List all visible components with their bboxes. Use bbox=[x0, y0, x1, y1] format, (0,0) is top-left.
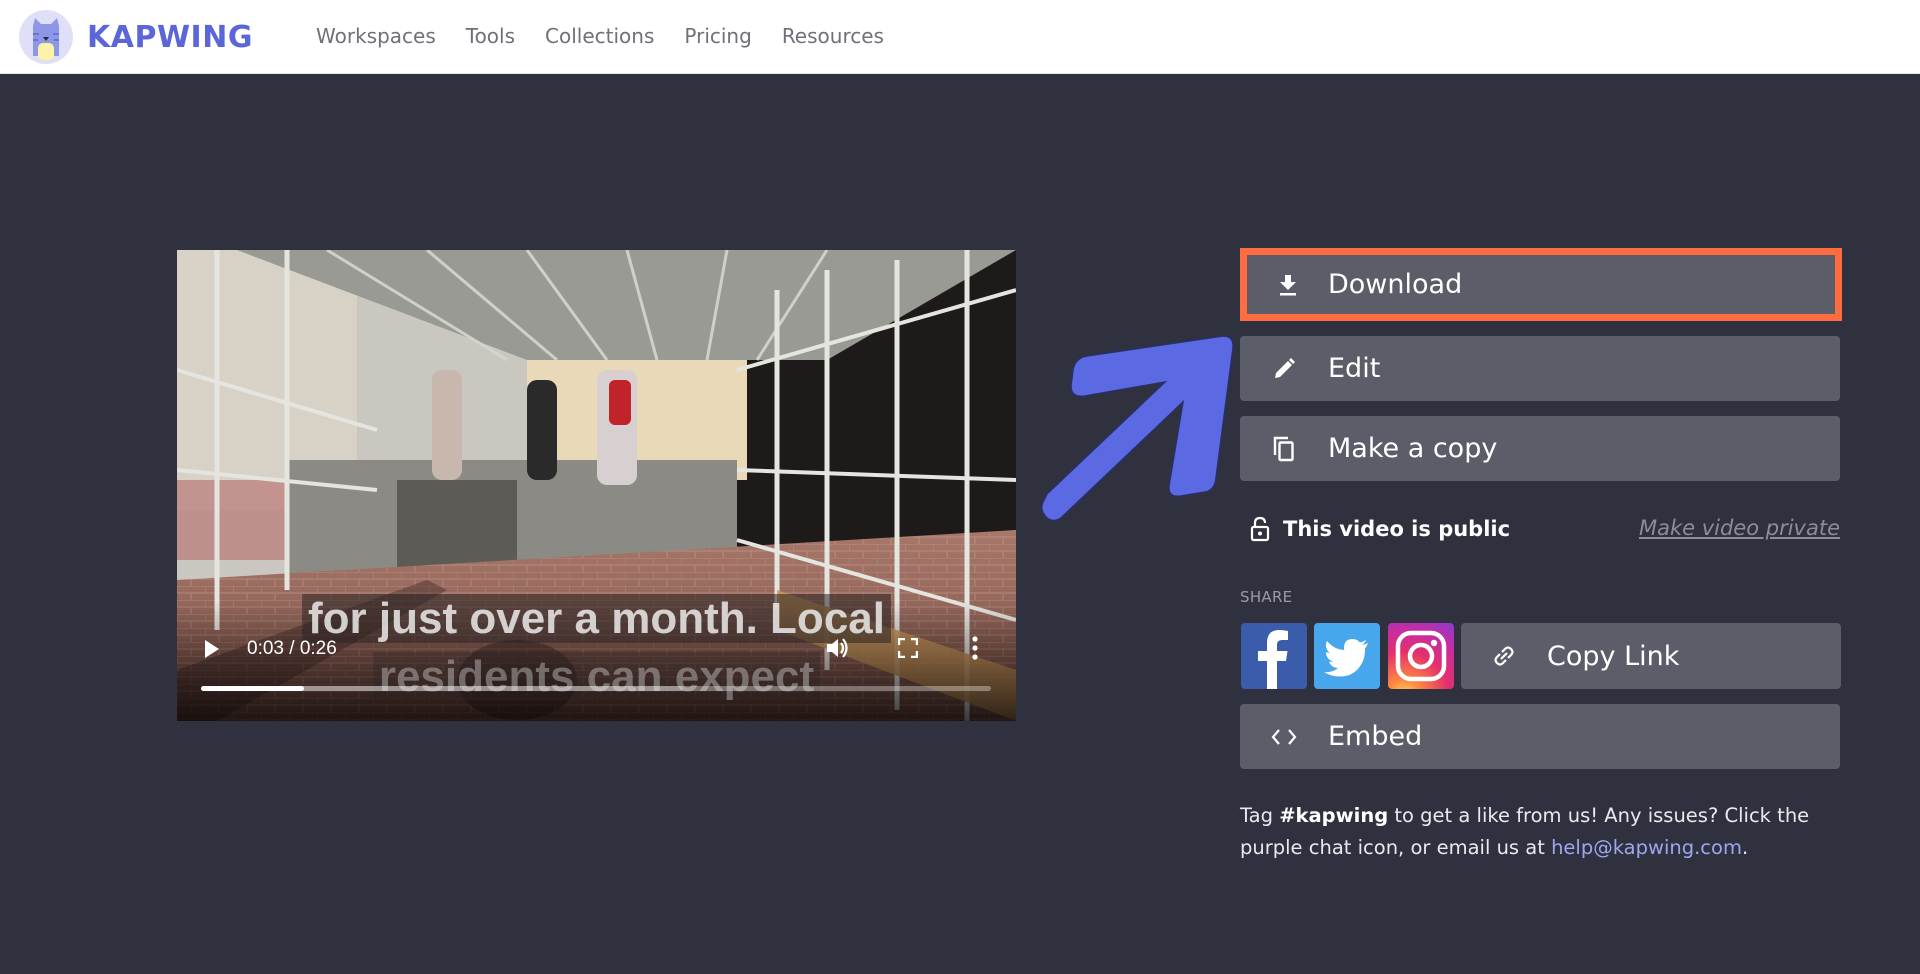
facebook-share-button[interactable] bbox=[1241, 623, 1307, 689]
nav-tools[interactable]: Tools bbox=[466, 24, 515, 48]
annotation-arrow-icon bbox=[1040, 335, 1234, 522]
share-heading: SHARE bbox=[1240, 588, 1293, 606]
more-vertical-icon[interactable] bbox=[971, 636, 979, 660]
help-note: Tag #kapwing to get a like from us! Any … bbox=[1240, 800, 1840, 864]
download-button[interactable]: Download bbox=[1240, 248, 1842, 321]
top-nav-bar: KAPWING Workspaces Tools Collections Pri… bbox=[0, 0, 1920, 74]
twitter-share-button[interactable] bbox=[1314, 623, 1380, 689]
kapwing-logo-link[interactable]: KAPWING bbox=[19, 10, 253, 64]
nav-resources[interactable]: Resources bbox=[782, 24, 884, 48]
unlock-icon bbox=[1250, 516, 1270, 542]
code-icon bbox=[1240, 728, 1328, 746]
link-icon bbox=[1461, 643, 1547, 669]
edit-label: Edit bbox=[1328, 353, 1381, 384]
download-icon bbox=[1247, 274, 1328, 296]
instagram-share-button[interactable] bbox=[1388, 623, 1454, 689]
instagram-icon bbox=[1395, 630, 1447, 682]
fullscreen-icon[interactable] bbox=[898, 638, 918, 658]
facebook-icon bbox=[1258, 630, 1288, 689]
twitter-icon bbox=[1324, 639, 1368, 677]
hashtag: #kapwing bbox=[1279, 804, 1389, 827]
copy-icon bbox=[1240, 436, 1328, 462]
make-copy-button[interactable]: Make a copy bbox=[1240, 416, 1840, 481]
pencil-icon bbox=[1240, 357, 1328, 380]
make-private-link[interactable]: Make video private bbox=[1639, 516, 1840, 540]
play-icon[interactable] bbox=[205, 640, 219, 658]
help-text-prefix: Tag bbox=[1240, 804, 1280, 827]
embed-button[interactable]: Embed bbox=[1240, 704, 1840, 769]
support-email-link[interactable]: help@kapwing.com bbox=[1551, 836, 1742, 859]
copy-link-label: Copy Link bbox=[1547, 640, 1680, 672]
seek-bar[interactable] bbox=[201, 686, 991, 691]
main-nav: Workspaces Tools Collections Pricing Res… bbox=[316, 24, 884, 48]
privacy-status: This video is public bbox=[1283, 517, 1511, 541]
copy-link-button[interactable]: Copy Link bbox=[1461, 623, 1841, 689]
cat-mascot-icon bbox=[19, 10, 73, 64]
subtitle-line-1: for just over a month. Local bbox=[177, 594, 1016, 644]
nav-workspaces[interactable]: Workspaces bbox=[316, 24, 436, 48]
edit-button[interactable]: Edit bbox=[1240, 336, 1840, 401]
volume-icon[interactable] bbox=[825, 636, 851, 660]
nav-pricing[interactable]: Pricing bbox=[684, 24, 751, 48]
nav-collections[interactable]: Collections bbox=[545, 24, 654, 48]
time-display: 0:03 / 0:26 bbox=[247, 638, 337, 659]
video-player[interactable]: for just over a month. Local residents c… bbox=[177, 250, 1016, 721]
privacy-row: This video is public Make video private bbox=[1240, 512, 1840, 546]
embed-label: Embed bbox=[1328, 721, 1423, 752]
brand-name: KAPWING bbox=[87, 19, 253, 55]
download-label: Download bbox=[1328, 269, 1463, 300]
make-copy-label: Make a copy bbox=[1328, 433, 1498, 464]
progress-fill bbox=[201, 686, 304, 691]
help-text-suffix: . bbox=[1741, 836, 1749, 859]
